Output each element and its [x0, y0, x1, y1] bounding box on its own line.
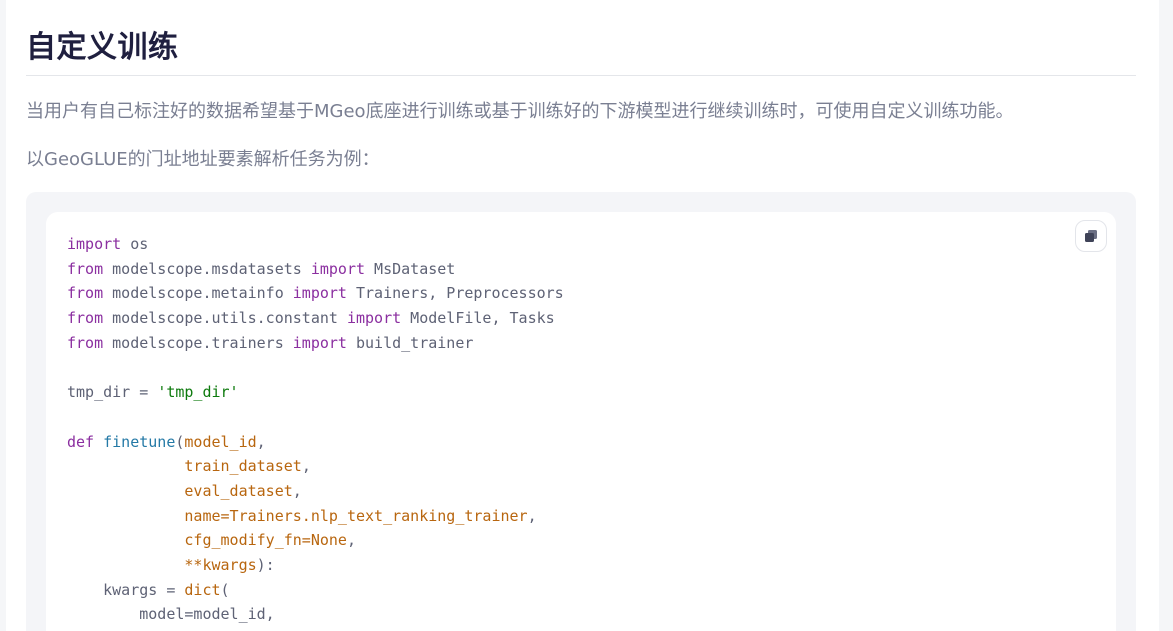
- code-token: from: [67, 259, 104, 278]
- copy-button[interactable]: [1075, 220, 1107, 252]
- code-token: modelscope.trainers: [103, 333, 293, 352]
- code-token: from: [67, 309, 104, 328]
- code-token: tmp_dir =: [67, 383, 158, 402]
- code-block-container: import os from modelscope.msdatasets impo…: [26, 192, 1136, 631]
- code-token: name=Trainers.nlp_text_ranking_trainer: [184, 506, 528, 525]
- code-line: **kwargs):: [67, 553, 564, 578]
- code-line: from modelscope.utils.constant import Mo…: [67, 306, 564, 331]
- code-token: dict: [184, 580, 221, 599]
- code-line: from modelscope.msdatasets import MsData…: [67, 257, 564, 282]
- code-token: train_dataset: [184, 457, 302, 476]
- code-token: model=model_id,: [67, 605, 275, 624]
- code-line: cfg_modify_fn=None,: [67, 528, 564, 553]
- example-paragraph: 以GeoGLUE的门址地址要素解析任务为例：: [26, 149, 380, 170]
- code-token: from: [67, 284, 104, 303]
- code-line: train_dataset,: [67, 454, 564, 479]
- code-token: import: [346, 309, 402, 328]
- code-token: import: [292, 284, 347, 303]
- code-token: modelscope.utils.constant: [103, 309, 347, 328]
- code-token: modelscope.metainfo: [103, 284, 293, 303]
- code-token: import: [292, 333, 347, 352]
- doc-page: 自定义训练 当用户有自己标注好的数据希望基于MGeo底座进行训练或基于训练好的下…: [6, 0, 1159, 631]
- code-token: ):: [256, 555, 275, 574]
- code-token: cfg_modify_fn=None: [184, 531, 347, 550]
- code-token: finetune: [103, 432, 176, 451]
- code-line: from modelscope.metainfo import Trainers…: [67, 281, 564, 306]
- intro-paragraph: 当用户有自己标注好的数据希望基于MGeo底座进行训练或基于训练好的下游模型进行继…: [26, 101, 1014, 122]
- section-title: 自定义训练: [26, 30, 179, 65]
- code-token: MsDataset: [365, 259, 456, 278]
- code-line: tmp_dir = 'tmp_dir': [67, 380, 564, 405]
- code-token: ModelFile, Tasks: [401, 309, 555, 328]
- code-token: import: [310, 259, 366, 278]
- code-token: kwargs =: [67, 580, 185, 599]
- scrollbar-track[interactable]: [1159, 0, 1173, 631]
- copy-icon: [1085, 230, 1097, 242]
- code-token: Trainers, Preprocessors: [346, 284, 564, 303]
- code-text[interactable]: import os from modelscope.msdatasets impo…: [67, 232, 564, 627]
- code-line: def finetune(model_id,: [67, 430, 564, 455]
- code-token: import: [67, 235, 122, 253]
- code-line: model=model_id,: [67, 602, 564, 627]
- code-token: 'tmp_dir': [157, 383, 239, 402]
- code-token: (: [220, 580, 230, 599]
- code-token: ,: [346, 531, 356, 550]
- code-token: **kwargs: [184, 555, 257, 574]
- code-line: eval_dataset,: [67, 479, 564, 504]
- code-token: ,: [301, 457, 311, 476]
- code-block[interactable]: import os from modelscope.msdatasets impo…: [46, 212, 1116, 631]
- code-token: eval_dataset: [184, 481, 293, 500]
- code-line: import os: [67, 232, 564, 257]
- code-token: def: [67, 432, 95, 451]
- code-token: ,: [292, 481, 302, 500]
- code-token: build_trainer: [346, 333, 474, 352]
- code-token: os: [121, 235, 149, 253]
- code-token: ,: [527, 506, 537, 525]
- code-token: ,: [256, 432, 266, 451]
- code-token: from: [67, 333, 104, 352]
- code-line: from modelscope.trainers import build_tr…: [67, 331, 564, 356]
- title-divider: [26, 75, 1136, 76]
- code-token: model_id: [184, 432, 257, 451]
- code-line: kwargs = dict(: [67, 578, 564, 603]
- code-token: modelscope.msdatasets: [103, 259, 311, 278]
- code-line: name=Trainers.nlp_text_ranking_trainer,: [67, 504, 564, 529]
